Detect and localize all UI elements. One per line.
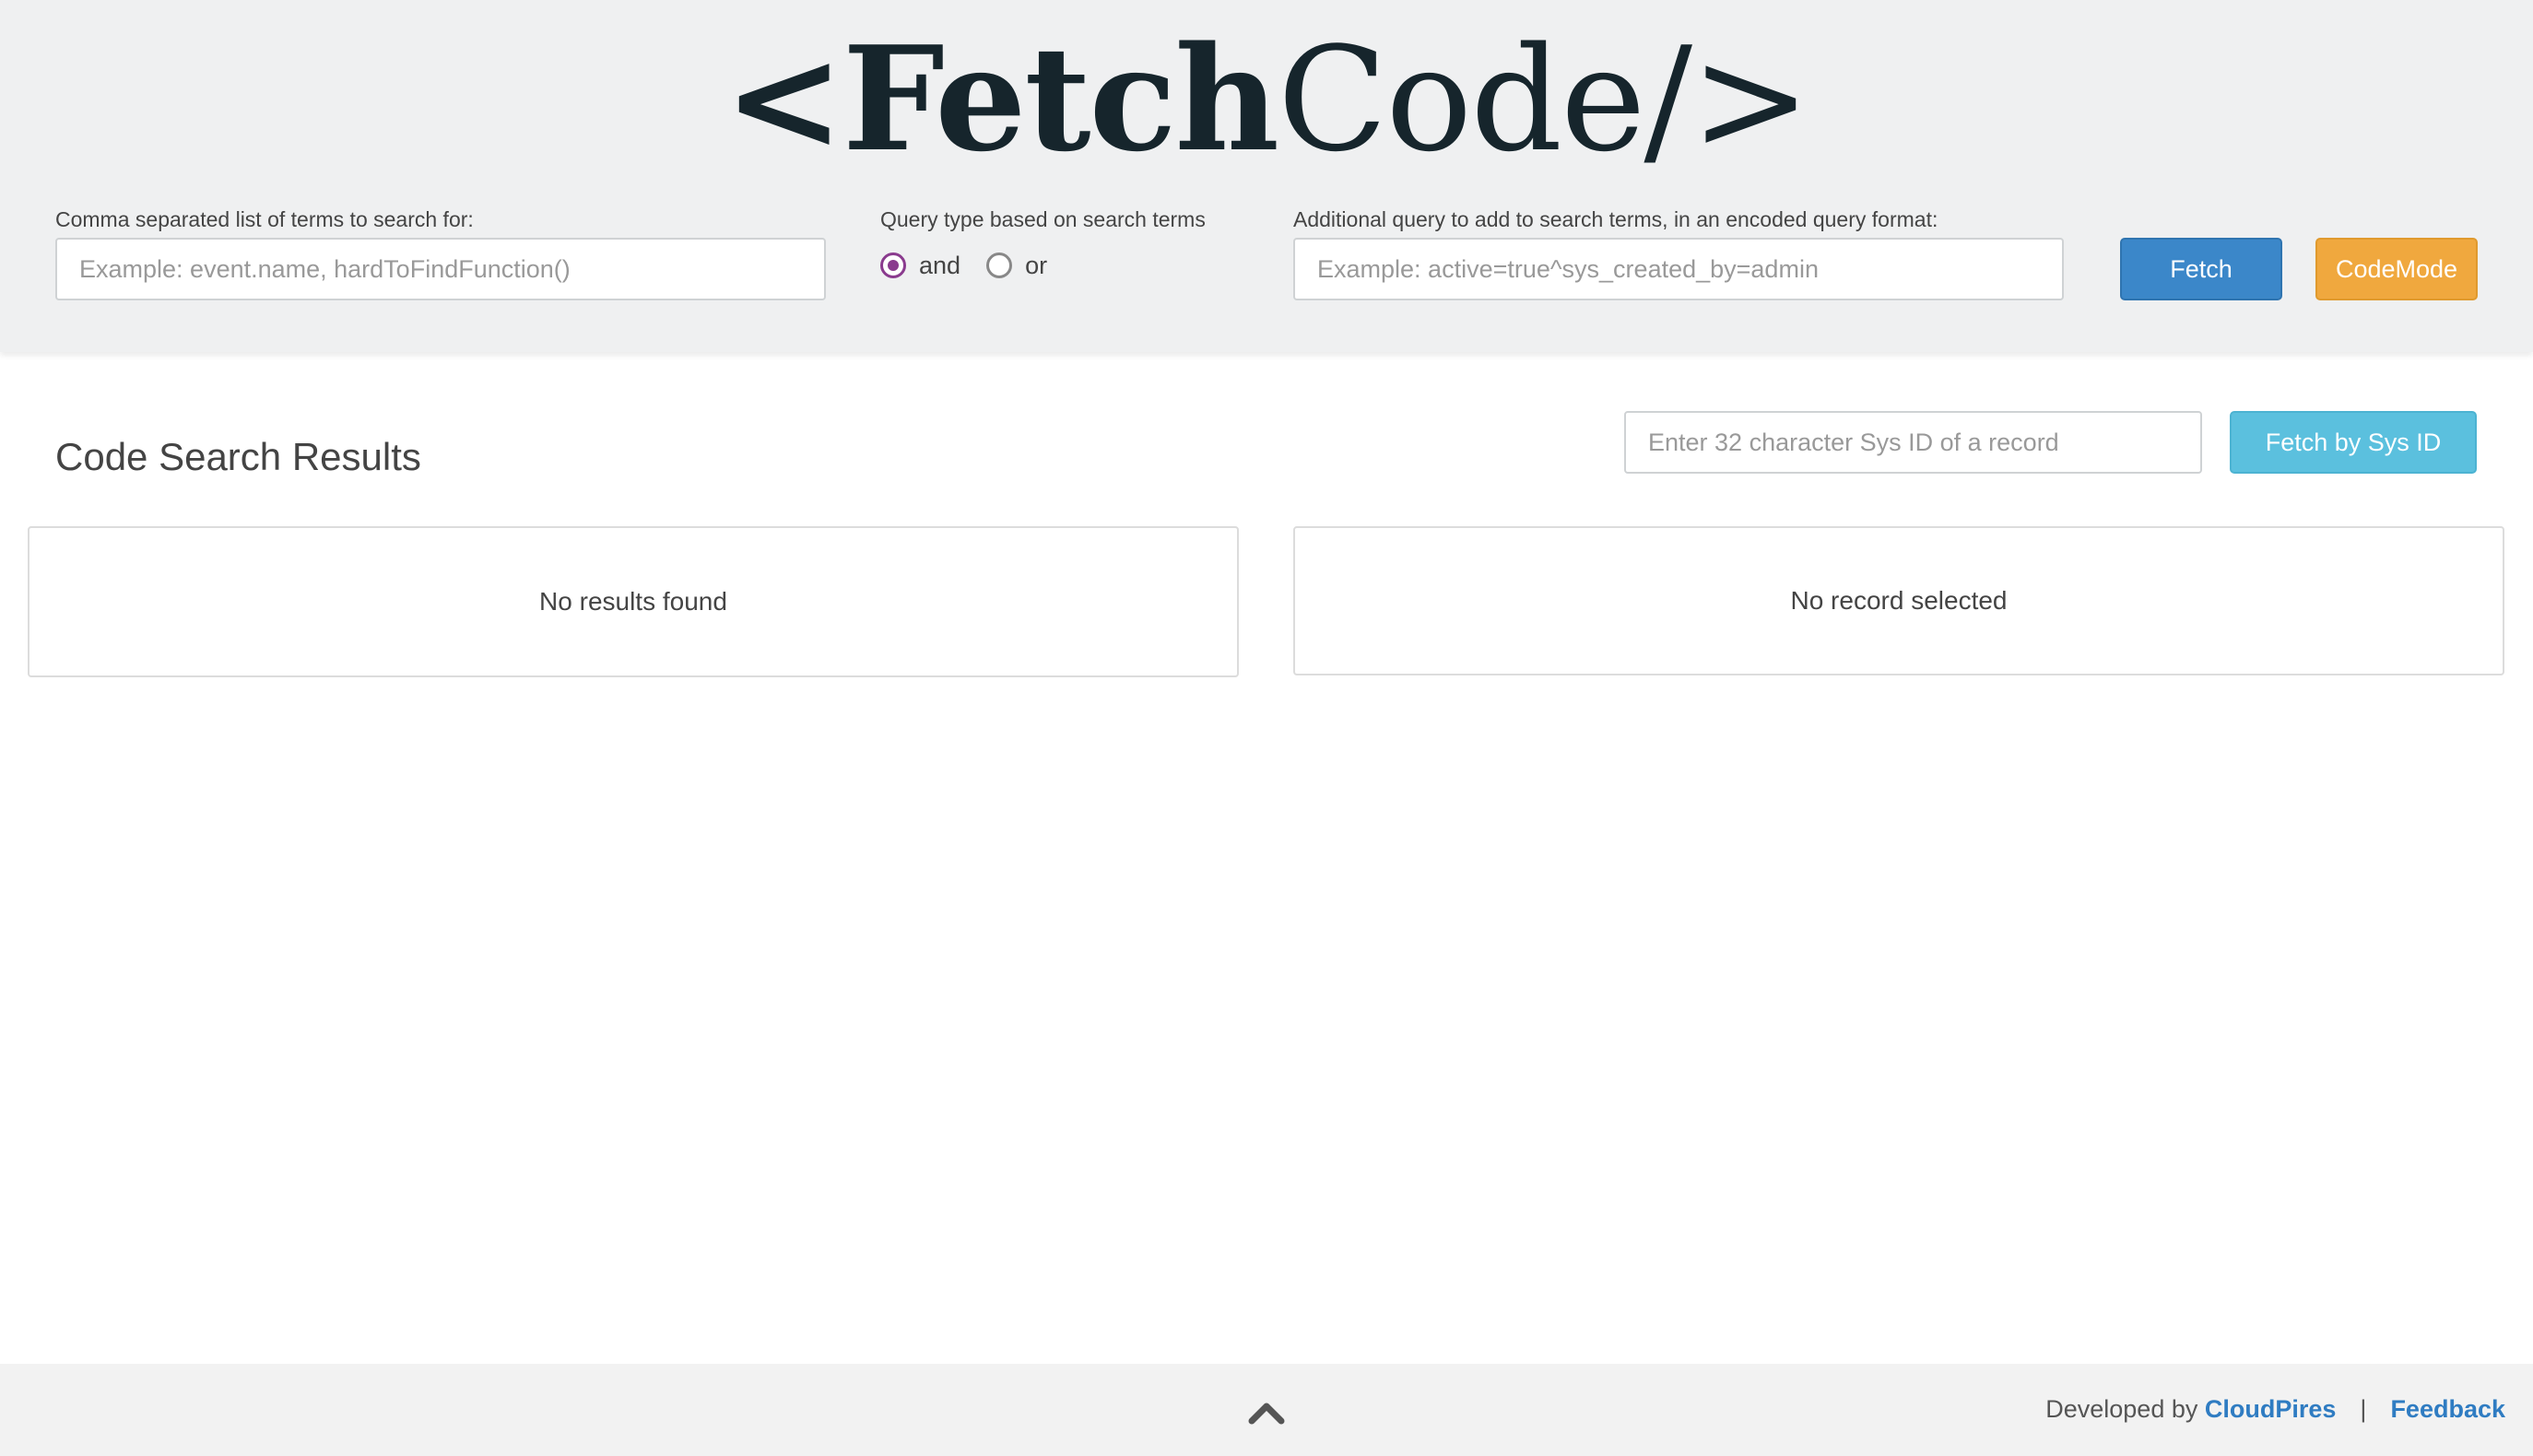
logo-fetch: Fetch <box>842 15 1279 183</box>
record-empty-text: No record selected <box>1790 586 2008 615</box>
query-type-radio-group: and or <box>880 247 1073 284</box>
cloudpires-link[interactable]: CloudPires <box>2205 1395 2337 1424</box>
page-title: Code Search Results <box>55 435 421 478</box>
chevron-up-icon[interactable] <box>1248 1399 1285 1425</box>
query-type-label: Query type based on search terms <box>880 207 1206 231</box>
header: <FetchCode/> Comma separated list of ter… <box>0 0 2533 352</box>
additional-query-label: Additional query to add to search terms,… <box>1293 207 1938 231</box>
radio-or-label: or <box>1025 251 1048 279</box>
radio-and-label: and <box>919 251 961 279</box>
fetch-button[interactable]: Fetch <box>2120 238 2282 300</box>
footer-separator: | <box>2360 1395 2367 1423</box>
fetch-by-sys-id-button[interactable]: Fetch by Sys ID <box>2230 411 2477 474</box>
page: <FetchCode/> Comma separated list of ter… <box>0 0 2533 1456</box>
terms-label: Comma separated list of terms to search … <box>55 207 474 231</box>
logo-open-bracket: < <box>724 15 844 183</box>
sys-id-input[interactable] <box>1624 411 2202 474</box>
radio-unchecked-icon <box>986 252 1013 278</box>
record-panel: No record selected <box>1293 526 2504 675</box>
feedback-link[interactable]: Feedback <box>2390 1395 2505 1424</box>
search-terms-input[interactable] <box>55 238 826 300</box>
results-empty-text: No results found <box>539 587 727 616</box>
radio-checked-icon <box>880 252 906 278</box>
query-type-or-radio[interactable]: or <box>986 252 1047 280</box>
developed-by-text: Developed by <box>2045 1395 2198 1423</box>
query-type-and-radio[interactable]: and <box>880 252 960 280</box>
app-logo: <FetchCode/> <box>0 26 2533 174</box>
footer-credits: Developed by CloudPires | Feedback <box>2045 1395 2505 1424</box>
additional-query-input[interactable] <box>1293 238 2064 300</box>
results-panel: No results found <box>28 526 1239 677</box>
logo-code: Code/> <box>1277 16 1811 183</box>
codemode-button[interactable]: CodeMode <box>2315 238 2478 300</box>
